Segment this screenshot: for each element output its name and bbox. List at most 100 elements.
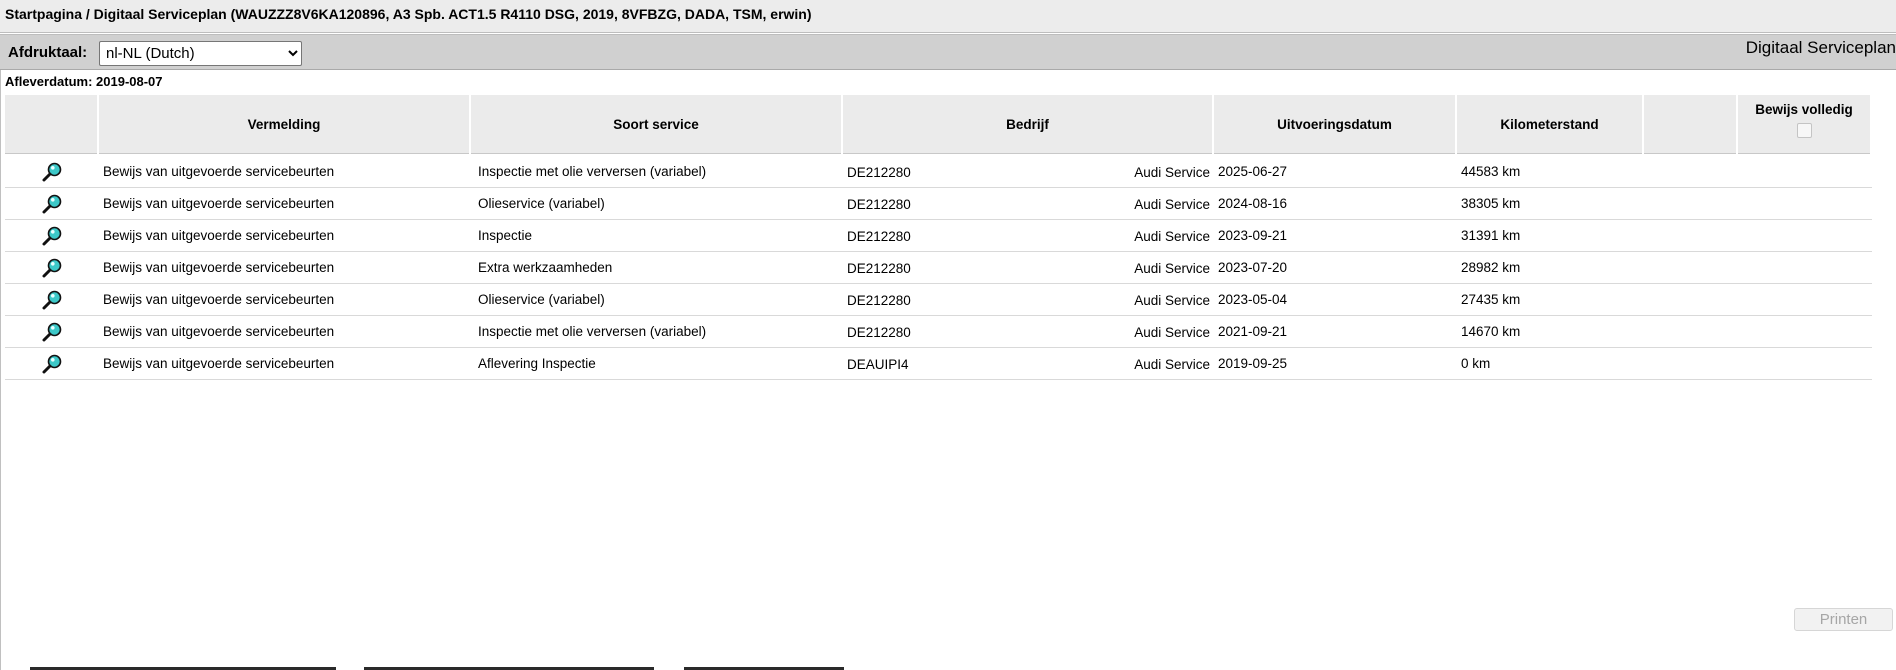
header-uitvoeringsdatum[interactable]: Uitvoeringsdatum bbox=[1214, 95, 1457, 156]
company-code: DE212280 bbox=[847, 293, 911, 308]
cell-kilometerstand: 0 km bbox=[1457, 348, 1644, 380]
cell-vermelding: Bewijs van uitgevoerde servicebeurten bbox=[99, 348, 471, 380]
cell-vermelding: Bewijs van uitgevoerde servicebeurten bbox=[99, 188, 471, 220]
cell-vermelding: Bewijs van uitgevoerde servicebeurten bbox=[99, 316, 471, 348]
cell-bewijs-volledig bbox=[1738, 284, 1872, 316]
cell-empty bbox=[1644, 252, 1738, 284]
page-title: Digitaal Serviceplan bbox=[1745, 38, 1896, 57]
table-row[interactable]: Bewijs van uitgevoerde servicebeurten Ins… bbox=[5, 220, 1872, 252]
company-code: DE212280 bbox=[847, 325, 911, 340]
company-code: DE212280 bbox=[847, 165, 911, 180]
cell-soort-service: Extra werkzaamheden bbox=[471, 252, 843, 284]
cell-bewijs-volledig bbox=[1738, 348, 1872, 380]
cell-empty bbox=[1644, 348, 1738, 380]
header-bewijs-volledig: Bewijs volledig bbox=[1738, 95, 1872, 156]
table-row[interactable]: Bewijs van uitgevoerde servicebeurten Afl… bbox=[5, 348, 1872, 380]
dealer-name: Audi Service bbox=[1134, 165, 1210, 180]
cell-bewijs-volledig bbox=[1738, 188, 1872, 220]
table-row[interactable]: Bewijs van uitgevoerde servicebeurten Ext… bbox=[5, 252, 1872, 284]
cell-soort-service: Inspectie met olie verversen (variabel) bbox=[471, 316, 843, 348]
magnifier-icon[interactable] bbox=[41, 257, 63, 279]
cell-bedrijf: DE212280 Audi Service bbox=[843, 284, 1214, 316]
header-empty bbox=[1644, 95, 1738, 156]
dealer-name: Audi Service bbox=[1134, 261, 1210, 276]
cell-vermelding: Bewijs van uitgevoerde servicebeurten bbox=[99, 220, 471, 252]
print-language-select[interactable]: nl-NL (Dutch) bbox=[99, 41, 302, 66]
magnifier-icon[interactable] bbox=[41, 321, 63, 343]
details-cell bbox=[5, 284, 99, 316]
details-cell bbox=[5, 220, 99, 252]
magnifier-icon[interactable] bbox=[41, 161, 63, 183]
cell-kilometerstand: 31391 km bbox=[1457, 220, 1644, 252]
details-cell bbox=[5, 188, 99, 220]
delivery-date: Afleverdatum: 2019-08-07 bbox=[5, 74, 163, 89]
cell-kilometerstand: 14670 km bbox=[1457, 316, 1644, 348]
table-row[interactable]: Bewijs van uitgevoerde servicebeurten Ins… bbox=[5, 156, 1872, 188]
cell-vermelding: Bewijs van uitgevoerde servicebeurten bbox=[99, 252, 471, 284]
breadcrumb[interactable]: Startpagina / Digitaal Serviceplan (WAUZ… bbox=[5, 6, 812, 22]
header-bedrijf[interactable]: Bedrijf bbox=[843, 95, 1214, 156]
company-code: DE212280 bbox=[847, 229, 911, 244]
cell-kilometerstand: 27435 km bbox=[1457, 284, 1644, 316]
bewijs-volledig-label: Bewijs volledig bbox=[1755, 102, 1853, 117]
cell-bewijs-volledig bbox=[1738, 156, 1872, 188]
cell-soort-service: Aflevering Inspectie bbox=[471, 348, 843, 380]
cell-soort-service: Olieservice (variabel) bbox=[471, 284, 843, 316]
company-code: DEAUIPI4 bbox=[847, 357, 909, 372]
cell-bedrijf: DE212280 Audi Service bbox=[843, 188, 1214, 220]
header-kilometerstand[interactable]: Kilometerstand bbox=[1457, 95, 1644, 156]
cell-kilometerstand: 28982 km bbox=[1457, 252, 1644, 284]
company-code: DE212280 bbox=[847, 261, 911, 276]
table-row[interactable]: Bewijs van uitgevoerde servicebeurten Oli… bbox=[5, 188, 1872, 220]
cell-bewijs-volledig bbox=[1738, 220, 1872, 252]
cell-kilometerstand: 44583 km bbox=[1457, 156, 1644, 188]
cell-empty bbox=[1644, 316, 1738, 348]
details-cell bbox=[5, 252, 99, 284]
company-code: DE212280 bbox=[847, 197, 911, 212]
service-history-table: Vermelding Soort service Bedrijf Uitvoer… bbox=[5, 95, 1872, 380]
cell-uitvoeringsdatum: 2024-08-16 bbox=[1214, 188, 1457, 220]
cell-uitvoeringsdatum: 2025-06-27 bbox=[1214, 156, 1457, 188]
cell-soort-service: Inspectie bbox=[471, 220, 843, 252]
table-row[interactable]: Bewijs van uitgevoerde servicebeurten Oli… bbox=[5, 284, 1872, 316]
cell-empty bbox=[1644, 188, 1738, 220]
header-vermelding[interactable]: Vermelding bbox=[99, 95, 471, 156]
cell-bewijs-volledig bbox=[1738, 316, 1872, 348]
magnifier-icon[interactable] bbox=[41, 193, 63, 215]
cell-uitvoeringsdatum: 2023-09-21 bbox=[1214, 220, 1457, 252]
cell-soort-service: Olieservice (variabel) bbox=[471, 188, 843, 220]
cell-bedrijf: DE212280 Audi Service bbox=[843, 252, 1214, 284]
cell-uitvoeringsdatum: 2019-09-25 bbox=[1214, 348, 1457, 380]
cell-bedrijf: DE212280 Audi Service bbox=[843, 316, 1214, 348]
details-cell bbox=[5, 348, 99, 380]
left-border bbox=[0, 70, 1, 670]
title-bar: Startpagina / Digitaal Serviceplan (WAUZ… bbox=[0, 0, 1896, 33]
cell-soort-service: Inspectie met olie verversen (variabel) bbox=[471, 156, 843, 188]
cell-kilometerstand: 38305 km bbox=[1457, 188, 1644, 220]
dealer-name: Audi Service bbox=[1134, 325, 1210, 340]
table-row[interactable]: Bewijs van uitgevoerde servicebeurten Ins… bbox=[5, 316, 1872, 348]
cell-empty bbox=[1644, 220, 1738, 252]
bewijs-volledig-checkbox[interactable] bbox=[1796, 123, 1812, 138]
magnifier-icon[interactable] bbox=[41, 289, 63, 311]
header-icon-col bbox=[5, 95, 99, 156]
cell-bedrijf: DE212280 Audi Service bbox=[843, 220, 1214, 252]
cell-bedrijf: DEAUIPI4 Audi Service bbox=[843, 348, 1214, 380]
header-soort-service[interactable]: Soort service bbox=[471, 95, 843, 156]
cell-uitvoeringsdatum: 2021-09-21 bbox=[1214, 316, 1457, 348]
cell-vermelding: Bewijs van uitgevoerde servicebeurten bbox=[99, 284, 471, 316]
table-body: Bewijs van uitgevoerde servicebeurten Ins… bbox=[5, 156, 1872, 380]
dealer-name: Audi Service bbox=[1134, 357, 1210, 372]
dealer-name: Audi Service bbox=[1134, 197, 1210, 212]
details-cell bbox=[5, 316, 99, 348]
cell-bewijs-volledig bbox=[1738, 252, 1872, 284]
details-cell bbox=[5, 156, 99, 188]
cell-bedrijf: DE212280 Audi Service bbox=[843, 156, 1214, 188]
cell-uitvoeringsdatum: 2023-05-04 bbox=[1214, 284, 1457, 316]
dealer-name: Audi Service bbox=[1134, 293, 1210, 308]
print-language-label: Afdruktaal: bbox=[8, 44, 88, 61]
magnifier-icon[interactable] bbox=[41, 225, 63, 247]
toolbar: Afdruktaal: nl-NL (Dutch) Digitaal Servi… bbox=[0, 34, 1896, 70]
magnifier-icon[interactable] bbox=[41, 353, 63, 375]
print-button[interactable]: Printen bbox=[1794, 608, 1893, 631]
